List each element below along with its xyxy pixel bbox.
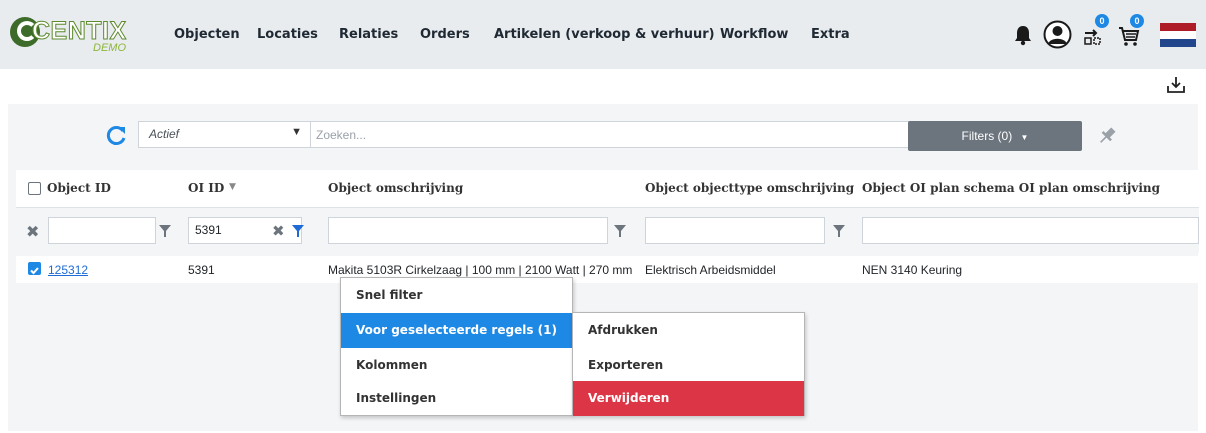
refresh-icon[interactable] [106,124,128,146]
row-checkbox[interactable] [28,262,41,275]
filter-input-object-id[interactable] [48,217,156,244]
pin-icon[interactable] [1096,125,1118,147]
column-header-objecttype[interactable]: Object objecttype omschrijving [645,181,854,195]
nav-item-relaties[interactable]: Relaties [339,27,398,42]
brand-logo[interactable]: CENTIX DEMO [10,10,150,60]
cell-oi-id: 5391 [188,263,215,277]
filter-funnel-icon[interactable] [614,225,626,237]
filter-funnel-active-icon[interactable] [292,225,304,237]
filter-input-objecttype[interactable] [645,217,825,244]
menu-item-snel-filter[interactable]: Snel filter [341,278,572,313]
brand-sub: DEMO [93,42,126,54]
submenu-item-afdrukken[interactable]: Afdrukken [573,313,804,348]
filters-button-label: Filters (0) [961,129,1013,143]
filter-funnel-icon[interactable] [159,225,171,237]
nav-item-orders[interactable]: Orders [420,27,470,42]
column-header-object-id[interactable]: Object ID [47,181,111,195]
context-submenu: Afdrukken Exporteren Verwijderen [572,312,805,416]
menu-item-instellingen[interactable]: Instellingen [341,381,572,416]
clear-filter-oi-id-icon[interactable]: ✖ [272,222,285,240]
clear-filters-icon[interactable]: ✖ [26,222,39,241]
nav-item-workflow[interactable]: Workflow [720,27,788,42]
filter-input-oi-id[interactable]: 5391 [188,217,302,244]
filter-input-oi-id-value: 5391 [195,223,222,237]
filter-funnel-icon[interactable] [833,225,845,237]
menu-item-kolommen[interactable]: Kolommen [341,348,572,383]
search-input[interactable] [310,121,910,148]
caret-down-icon: ▼ [1020,133,1029,142]
nav-item-objecten[interactable]: Objecten [174,27,240,42]
cart-badge: 0 [1130,14,1144,28]
select-all-checkbox[interactable] [28,182,41,195]
scan-badge: 0 [1095,14,1109,28]
filters-button[interactable]: Filters (0) ▼ [908,121,1082,151]
status-select[interactable]: Actief ▼ [138,121,311,148]
nav-item-artikelen[interactable]: Artikelen (verkoop & verhuur) [494,27,715,42]
submenu-item-verwijderen[interactable]: Verwijderen [573,381,804,416]
status-select-value: Actief [149,127,180,141]
cell-omschrijving: Makita 5103R Cirkelzaag | 100 mm | 2100 … [328,263,633,277]
checkmark-icon [30,267,39,275]
column-header-omschrijving[interactable]: Object omschrijving [328,181,463,195]
nav-item-extra[interactable]: Extra [811,27,850,42]
column-header-oi-plan[interactable]: Object OI plan schema OI plan omschrijvi… [862,181,1160,195]
filter-input-oi-plan[interactable] [862,217,1199,244]
top-navbar: CENTIX DEMO Objecten Locaties Relaties O… [0,0,1206,69]
sort-desc-icon[interactable]: ▼ [229,182,236,192]
object-id-link[interactable]: 125312 [48,263,88,277]
download-icon[interactable] [1165,74,1187,96]
language-flag-nl-icon[interactable] [1160,23,1196,47]
menu-item-geselecteerde-regels[interactable]: Voor geselecteerde regels (1) [341,313,572,348]
bell-icon[interactable] [1012,24,1034,46]
submenu-item-exporteren[interactable]: Exporteren [573,348,804,383]
cell-objecttype: Elektrisch Arbeidsmiddel [645,263,776,277]
column-header-oi-id[interactable]: OI ID [188,181,224,195]
chevron-down-icon: ▼ [291,126,302,138]
user-avatar-icon[interactable] [1043,20,1072,49]
context-menu: Snel filter Voor geselecteerde regels (1… [340,277,573,416]
nav-item-locaties[interactable]: Locaties [257,27,318,42]
filter-input-omschrijving[interactable] [328,217,608,244]
cell-oi-plan: NEN 3140 Keuring [862,263,963,277]
